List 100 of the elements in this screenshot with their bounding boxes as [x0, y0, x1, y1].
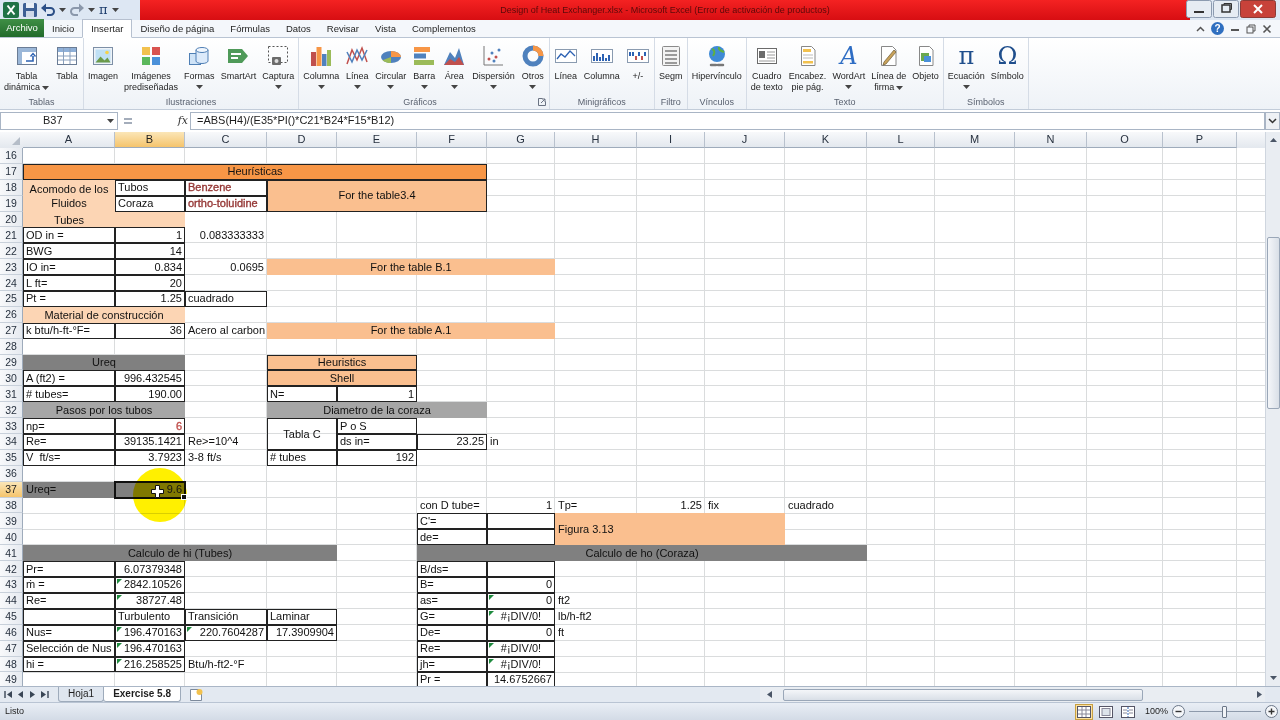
scrollbar-thumb[interactable]: [783, 688, 1143, 701]
view-button[interactable]: [1118, 703, 1137, 720]
column-header[interactable]: D: [267, 132, 337, 148]
minus-circle-icon[interactable]: [1172, 705, 1185, 718]
caret-icon[interactable]: [59, 8, 66, 12]
row-header[interactable]: 39: [0, 513, 23, 530]
column-header[interactable]: J: [705, 132, 785, 148]
help-icon[interactable]: ?: [1211, 22, 1224, 35]
ribbon-button[interactable]: Segm: [655, 38, 686, 82]
caret-icon[interactable]: [962, 85, 970, 89]
grip-icon[interactable]: [124, 118, 132, 124]
column-header[interactable]: L: [867, 132, 935, 148]
ribbon-button[interactable]: Columna: [580, 38, 623, 82]
spreadsheet-logo-icon[interactable]: [3, 2, 19, 18]
row-header[interactable]: 23: [0, 259, 23, 276]
ribbon-tab[interactable]: Fórmulas: [222, 20, 278, 37]
ribbon-button[interactable]: +/-: [622, 38, 653, 82]
caret-icon[interactable]: [845, 85, 853, 89]
ribbon-button[interactable]: π Ecuación: [944, 38, 988, 89]
sheet-tab[interactable]: Exercise 5.8: [103, 687, 181, 702]
horizontal-scrollbar[interactable]: [760, 687, 1265, 702]
ribbon-button[interactable]: Imágenes prediseñadas: [121, 38, 182, 93]
ribbon-button[interactable]: Ω Símbolo: [987, 38, 1027, 82]
ribbon-button[interactable]: Línea: [550, 38, 581, 82]
ribbon-button[interactable]: Circular: [372, 38, 410, 89]
ribbon-button[interactable]: Columna: [300, 38, 343, 89]
caret-icon[interactable]: [88, 8, 95, 12]
ribbon-button[interactable]: Cuadro de texto: [747, 38, 786, 93]
ribbon-tab[interactable]: Complementos: [403, 20, 484, 37]
right-arrow-icon[interactable]: [28, 690, 37, 699]
caret-icon[interactable]: [387, 85, 395, 89]
ribbon-button[interactable]: Captura: [259, 38, 298, 89]
new-sheet-icon[interactable]: [187, 688, 204, 701]
row-header[interactable]: 40: [0, 529, 23, 546]
ribbon-button[interactable]: Imagen: [85, 38, 122, 82]
row-header[interactable]: 31: [0, 386, 23, 403]
ribbon-button[interactable]: Otros: [517, 38, 548, 89]
row-header[interactable]: 30: [0, 370, 23, 387]
last-arrow-icon[interactable]: [40, 690, 49, 699]
ribbon-tab[interactable]: Inicio: [44, 20, 83, 37]
column-header[interactable]: A: [23, 132, 115, 148]
view-button[interactable]: [1074, 703, 1093, 720]
fill-handle-icon[interactable]: [181, 493, 187, 500]
ribbon-button[interactable]: Objeto: [909, 38, 942, 82]
formula-field[interactable]: =ABS(H4)/(E35*PI()*C21*B24*F15*B12): [190, 112, 1265, 130]
ribbon-button[interactable]: Tabla dinámica: [1, 38, 53, 93]
caret-icon[interactable]: [107, 119, 114, 123]
ribbon-tab[interactable]: Datos: [277, 20, 319, 37]
view-button[interactable]: [1096, 703, 1115, 720]
file-menu-button[interactable]: Archivo: [0, 19, 44, 37]
plus-circle-icon[interactable]: [1265, 705, 1278, 718]
chevron-up-icon[interactable]: [1196, 25, 1205, 32]
row-header[interactable]: 49: [0, 672, 23, 686]
zoom-level-text[interactable]: 100%: [1144, 706, 1168, 717]
row-header[interactable]: 24: [0, 275, 23, 291]
first-arrow-icon[interactable]: [4, 690, 13, 699]
slider-thumb[interactable]: [1222, 705, 1227, 718]
ribbon-button[interactable]: Hipervínculo: [688, 38, 745, 82]
column-header[interactable]: M: [935, 132, 1015, 148]
ribbon-button[interactable]: A WordArt: [829, 38, 869, 89]
ribbon-button[interactable]: Línea de firma: [868, 38, 910, 93]
row-header[interactable]: 22: [0, 243, 23, 260]
ribbon-button[interactable]: Tabla: [52, 38, 83, 82]
close-icon[interactable]: [1262, 23, 1272, 34]
ribbon-tab[interactable]: Revisar: [318, 20, 367, 37]
left-arrow-icon[interactable]: [764, 688, 775, 701]
ribbon-tab[interactable]: Vista: [367, 20, 404, 37]
caret-icon[interactable]: [42, 85, 50, 90]
ribbon-button[interactable]: Formas: [181, 38, 218, 89]
save-icon[interactable]: [23, 3, 37, 17]
right-arrow-icon[interactable]: [1254, 688, 1265, 701]
scrollbar-thumb[interactable]: [1266, 237, 1280, 409]
close-icon[interactable]: [1240, 0, 1276, 18]
row-header[interactable]: 25: [0, 291, 23, 307]
ribbon-button[interactable]: Dispersión: [469, 38, 518, 89]
row-header[interactable]: 33: [0, 418, 23, 435]
pi-icon[interactable]: π: [99, 3, 108, 17]
sheet-tab[interactable]: Hoja1: [58, 687, 105, 702]
caret-icon[interactable]: [317, 85, 325, 89]
column-header[interactable]: K: [785, 132, 867, 148]
column-header[interactable]: H: [555, 132, 637, 148]
column-header[interactable]: E: [337, 132, 417, 148]
ribbon-button[interactable]: Área: [439, 38, 470, 89]
chevron-down-icon[interactable]: [1265, 112, 1280, 130]
column-header[interactable]: C: [185, 132, 267, 148]
name-box[interactable]: B37: [0, 112, 118, 130]
column-header[interactable]: I: [637, 132, 705, 148]
undo-icon[interactable]: [41, 3, 55, 17]
vertical-scrollbar[interactable]: [1265, 132, 1280, 686]
minimize-icon[interactable]: [1186, 0, 1212, 18]
row-header[interactable]: 42: [0, 561, 23, 578]
ribbon-button[interactable]: Encabez. pie pág.: [785, 38, 830, 93]
caret-icon[interactable]: [195, 85, 203, 89]
ribbon-button[interactable]: Línea: [342, 38, 373, 89]
column-header[interactable]: O: [1087, 132, 1163, 148]
column-header[interactable]: P: [1163, 132, 1237, 148]
column-header[interactable]: N: [1015, 132, 1087, 148]
ribbon-button[interactable]: SmartArt: [217, 38, 260, 82]
column-header[interactable]: G: [487, 132, 555, 148]
caret-icon[interactable]: [111, 8, 119, 12]
